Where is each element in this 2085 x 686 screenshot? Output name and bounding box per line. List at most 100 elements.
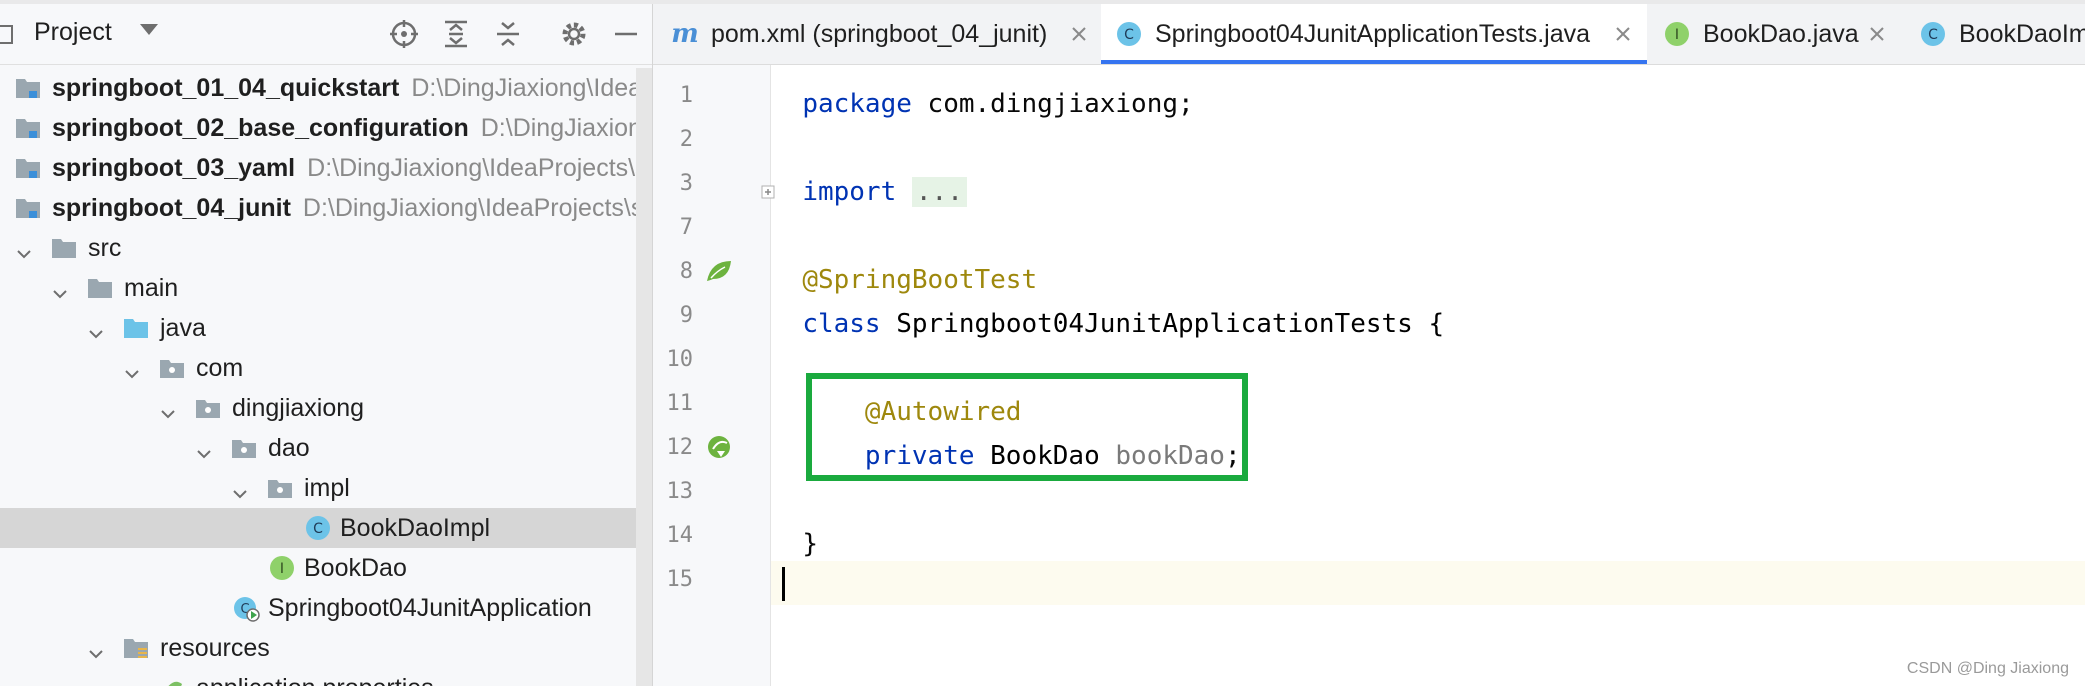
svg-text:C: C <box>1928 27 1938 43</box>
spring-app-icon: C <box>232 594 260 622</box>
tree-item-package[interactable]: dingjiaxiong <box>0 388 652 428</box>
code-line-15-current <box>771 561 2085 605</box>
tree-item-spring-app[interactable]: C Springboot04JunitApplication <box>0 588 652 628</box>
tree-item-label: src <box>88 234 122 262</box>
tree-item-module[interactable]: springboot_03_yaml D:\DingJiaxiong\IdeaPr… <box>0 148 652 188</box>
module-folder-icon <box>14 194 42 222</box>
chevron-down-icon[interactable] <box>52 280 68 299</box>
tree-item-label: application.properties <box>196 674 434 686</box>
class-icon: C <box>304 514 332 542</box>
line-number: 7 <box>679 215 693 240</box>
autowired-navigate-icon[interactable] <box>703 431 735 463</box>
chevron-down-icon[interactable] <box>160 400 176 419</box>
tree-item-package[interactable]: com <box>0 348 652 388</box>
svg-text:I: I <box>1675 27 1679 43</box>
project-panel: Project springboot_01_04_quickstart D:\Di… <box>0 4 653 686</box>
interface-icon: I <box>1663 20 1691 48</box>
folder-icon <box>86 274 114 302</box>
tab-pom-xml[interactable]: m pom.xml (springboot_04_junit) <box>653 4 1099 64</box>
spring-bean-icon[interactable] <box>703 255 735 287</box>
expand-all-icon[interactable] <box>440 18 472 50</box>
gear-icon[interactable] <box>558 18 590 50</box>
tree-item-label: BookDao <box>304 554 407 582</box>
code-line-3: import ... <box>771 165 2085 209</box>
closing-brace: } <box>802 529 818 559</box>
code-line-8: @SpringBootTest <box>771 253 2085 297</box>
code-line-1: package com.dingjiaxiong; <box>771 77 2085 121</box>
folder-icon <box>50 234 78 262</box>
tab-label: BookDaoImpl.java <box>1959 20 2085 48</box>
project-panel-title[interactable]: Project <box>34 18 112 47</box>
package-icon <box>158 354 186 382</box>
folded-imports[interactable]: ... <box>911 177 967 207</box>
module-folder-icon <box>14 114 42 142</box>
tree-item-label: main <box>124 274 179 302</box>
minimize-icon[interactable] <box>610 18 642 50</box>
properties-icon <box>158 674 186 686</box>
chevron-down-icon[interactable] <box>124 360 140 379</box>
tree-item-interface[interactable]: I BookDao <box>0 548 652 588</box>
tree-item-resources-folder[interactable]: resources <box>0 628 652 668</box>
code-line-9: class Springboot04JunitApplicationTests … <box>771 297 2085 341</box>
tab-label: BookDao.java <box>1703 20 1859 48</box>
collapse-all-icon[interactable] <box>492 18 524 50</box>
module-folder-icon <box>14 74 42 102</box>
line-number: 8 <box>679 259 693 284</box>
tree-item-label: java <box>160 314 206 342</box>
keyword-import: import <box>802 177 897 207</box>
tree-item-label: resources <box>160 634 270 662</box>
keyword-package: package <box>802 89 912 119</box>
tree-item-label: impl <box>304 474 350 502</box>
tab-bookdao[interactable]: I BookDao.java <box>1649 4 1899 64</box>
close-icon[interactable] <box>1069 22 1089 42</box>
tree-item-folder[interactable]: main <box>0 268 652 308</box>
package-icon <box>230 434 258 462</box>
module-folder-icon <box>14 154 42 182</box>
line-number: 13 <box>666 479 694 504</box>
module-path: D:\DingJiaxiong\IdeaProjects\springboot_… <box>411 74 653 102</box>
tab-bookdaoimpl[interactable]: C BookDaoImpl.java <box>1905 4 2085 64</box>
tab-label: Springboot04JunitApplicationTests.java <box>1155 20 1590 48</box>
line-number: 9 <box>679 303 693 328</box>
line-number: 1 <box>679 83 693 108</box>
interface-icon: I <box>268 554 296 582</box>
close-icon[interactable] <box>1613 22 1633 42</box>
tree-item-module[interactable]: springboot_01_04_quickstart D:\DingJiaxio… <box>0 68 652 108</box>
line-number: 12 <box>666 435 694 460</box>
tree-item-properties[interactable]: application.properties <box>0 668 652 686</box>
svg-text:C: C <box>313 521 323 537</box>
keyword-class: class <box>802 309 881 339</box>
module-name: springboot_01_04_quickstart <box>52 74 400 102</box>
chevron-down-icon[interactable] <box>232 480 248 499</box>
chevron-down-icon[interactable] <box>140 24 158 35</box>
project-scrollbar[interactable] <box>636 68 652 686</box>
line-number: 3 <box>679 171 693 196</box>
locate-icon[interactable] <box>388 18 420 50</box>
tree-item-label: com <box>196 354 244 382</box>
tree-item-class-selected[interactable]: C BookDaoImpl <box>0 508 652 548</box>
tree-item-source-folder[interactable]: java <box>0 308 652 348</box>
source-folder-icon <box>122 314 150 342</box>
svg-text:C: C <box>1124 27 1134 43</box>
tree-item-module[interactable]: springboot_04_junit D:\DingJiaxiong\IdeaP… <box>0 188 652 228</box>
chevron-down-icon[interactable] <box>196 440 212 459</box>
line-number: 2 <box>679 127 693 152</box>
tree-item-label: dingjiaxiong <box>232 394 365 422</box>
chevron-down-icon[interactable] <box>88 320 104 339</box>
text-caret <box>782 567 785 601</box>
chevron-down-icon[interactable] <box>88 640 104 659</box>
close-icon[interactable] <box>1867 22 1887 42</box>
tab-springboot04-tests[interactable]: C Springboot04JunitApplicationTests.java <box>1101 4 1647 64</box>
line-number: 11 <box>666 391 694 416</box>
package-icon <box>194 394 222 422</box>
package-icon <box>266 474 294 502</box>
tree-item-folder[interactable]: src <box>0 228 652 268</box>
code-line-14: } <box>771 517 2085 561</box>
project-panel-header: Project <box>0 4 652 65</box>
chevron-down-icon[interactable] <box>16 240 32 259</box>
tree-item-package[interactable]: impl <box>0 468 652 508</box>
tab-label: pom.xml (springboot_04_junit) <box>711 20 1048 48</box>
tree-item-module[interactable]: springboot_02_base_configuration D:\DingJ… <box>0 108 652 148</box>
tree-item-package[interactable]: dao <box>0 428 652 468</box>
package-name: com.dingjiaxiong; <box>911 89 1194 119</box>
